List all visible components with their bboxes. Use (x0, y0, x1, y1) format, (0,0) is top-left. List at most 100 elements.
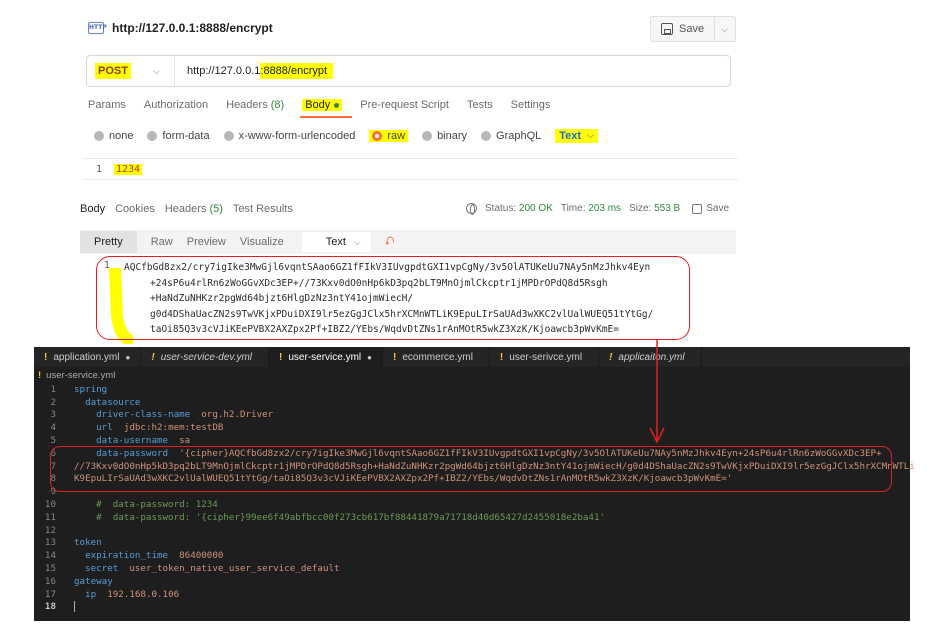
chevron-down-icon: ⌵ (587, 130, 594, 140)
save-response-button[interactable]: Save (692, 203, 729, 214)
tab-body[interactable]: Body (302, 99, 343, 111)
request-title[interactable]: http://127.0.0.1:8888/encrypt (112, 21, 273, 35)
tab-cookies[interactable]: Cookies (115, 203, 155, 215)
yaml-value: user_token_native_user_service_default (129, 563, 340, 575)
request-tabs: Params Authorization Headers (8) Body Pr… (88, 99, 550, 111)
editor-tab-label: ecommerce.yml (402, 351, 473, 363)
wrap-lines-icon[interactable]: ⮏ (385, 232, 395, 253)
yaml-file-icon: ! (609, 351, 613, 363)
line-number: 14 (44, 550, 56, 562)
yaml-separator: : (190, 409, 202, 421)
yaml-file-icon: ! (151, 351, 155, 363)
response-format-select[interactable]: Text ⌵ (301, 232, 371, 252)
save-icon (661, 23, 673, 35)
radio-label: raw (387, 130, 406, 142)
radio-graphql[interactable]: GraphQL (481, 130, 541, 142)
method-select[interactable]: POST ⌵ (87, 56, 175, 86)
radio-label: x-www-form-urlencoded (238, 130, 356, 142)
chevron-down-icon[interactable]: ⌵ (721, 24, 728, 35)
editor-tab[interactable]: ! ecommerce.yml (383, 347, 490, 367)
radio-urlencoded[interactable]: x-www-form-urlencoded (223, 130, 356, 142)
radio-label: none (109, 130, 134, 142)
tab-preview[interactable]: Preview (187, 236, 226, 248)
editor-tab[interactable]: ! user-service-dev.yml (141, 347, 270, 367)
line-number: 3 (50, 409, 56, 421)
yaml-key: datasource (85, 396, 141, 408)
editor-tab[interactable]: ! application.yml ● (34, 347, 142, 367)
editor-tab[interactable]: ! applicaiton.yml (599, 347, 702, 367)
radio-binary[interactable]: binary (422, 130, 467, 142)
code-area[interactable]: 1 spring:2 datasource:3 driver-class-name… (34, 383, 915, 613)
code-line: 3 driver-class-name: org.h2.Driver (34, 409, 910, 422)
line-number: 10 (44, 499, 56, 511)
body-format-select[interactable]: Text ⌵ (555, 129, 598, 143)
yaml-separator: : (112, 575, 119, 587)
tab-authorization[interactable]: Authorization (144, 99, 208, 111)
tab-response-headers[interactable]: Headers (5) (165, 203, 223, 215)
editor-tab[interactable]: ! user-service.yml ● (269, 347, 383, 367)
tab-headers[interactable]: Headers (8) (226, 99, 284, 111)
radio-circle (94, 131, 104, 141)
chevron-down-icon: ⌵ (353, 237, 361, 247)
yaml-value: 192.168.0.106 (107, 588, 180, 600)
response-view-tabs: Pretty Raw Preview Visualize Text ⌵ ⮏ (80, 230, 736, 254)
yaml-key: gateway (74, 575, 113, 587)
response-annotation-box (96, 256, 690, 340)
url-prefix: http://127.0.0.1 (187, 65, 261, 77)
editor-tabs: ! application.yml ●! user-service-dev.yml! u… (34, 347, 910, 367)
url-input[interactable]: http://127.0.0.1:8888/encrypt (187, 63, 334, 79)
breadcrumb[interactable]: ! user-service.yml (34, 368, 115, 382)
code-line: 4 url: jdbc:h2:mem:testDB (34, 421, 910, 434)
line-number: 15 (44, 563, 56, 575)
line-number: 18 (44, 601, 56, 613)
size-label: Size: (629, 203, 652, 214)
tab-params[interactable]: Params (88, 99, 126, 111)
body-type-options: none form-data x-www-form-urlencoded raw… (94, 129, 598, 143)
code-line: 17 ip: 192.168.0.106 (34, 588, 910, 601)
yaml-file-icon: ! (279, 351, 283, 363)
http-request-icon: HTTP (88, 22, 107, 34)
url-bar: POST ⌵ http://127.0.0.1:8888/encrypt (86, 55, 731, 87)
save-label: Save (679, 23, 705, 35)
yaml-separator: : (107, 383, 113, 395)
yaml-separator: : (168, 435, 180, 447)
line-number: 13 (44, 537, 56, 549)
yaml-key: driver-class-name (96, 409, 191, 421)
tab-response-body[interactable]: Body (80, 203, 105, 215)
tab-pre-request-script[interactable]: Pre-request Script (360, 99, 449, 111)
line-number: 17 (44, 588, 56, 600)
chevron-down-icon: ⌵ (152, 65, 160, 76)
line-number: 5 (50, 435, 56, 447)
radio-none[interactable]: none (94, 130, 133, 142)
yaml-separator: : (140, 396, 146, 408)
code-line: 1 spring: (34, 383, 910, 396)
time-label: Time: (560, 203, 586, 214)
tab-count: (5) (209, 203, 223, 215)
tab-tests[interactable]: Tests (467, 99, 493, 111)
time-text: Time: 203 ms (561, 203, 621, 214)
request-body-editor[interactable]: 1 1234 (82, 158, 738, 180)
yaml-file-icon: ! (393, 351, 397, 363)
radio-form-data[interactable]: form-data (147, 130, 210, 142)
tab-raw[interactable]: Raw (151, 236, 173, 248)
radio-raw[interactable]: raw (369, 130, 409, 142)
tab-settings[interactable]: Settings (511, 99, 551, 111)
response-status: Status: 200 OK Time: 203 ms Size: 553 B … (466, 203, 729, 215)
globe-icon[interactable] (466, 203, 477, 215)
tab-test-results[interactable]: Test Results (233, 203, 293, 215)
tab-pretty[interactable]: Pretty (80, 231, 137, 253)
editor-tab[interactable]: ! user-serivce.yml (490, 347, 600, 367)
tab-body-label: Body (305, 99, 331, 111)
line-number: 16 (44, 575, 56, 587)
code-line: 10 # data-password: 1234 (34, 498, 910, 511)
yaml-file-icon: ! (44, 351, 48, 363)
tab-visualize[interactable]: Visualize (240, 236, 284, 248)
yaml-comment: # data-password: 1234 (96, 499, 218, 511)
save-button[interactable]: Save ⌵ (650, 16, 736, 42)
